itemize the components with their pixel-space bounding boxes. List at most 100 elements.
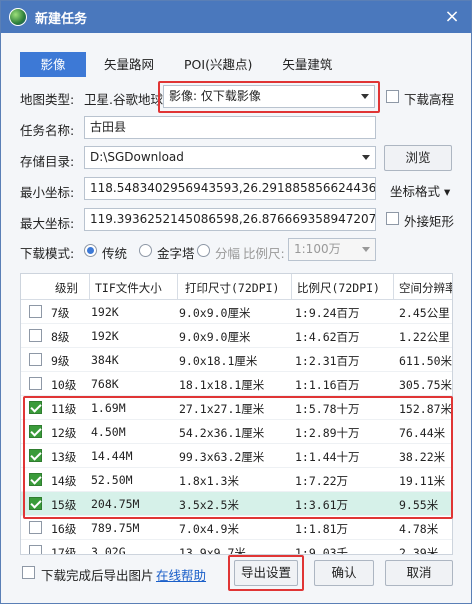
map-source-text[interactable]: 卫星.谷歌地球 xyxy=(84,89,163,108)
cell-scale: 1:4.62百万 xyxy=(295,330,360,344)
cell-res: 76.44米 xyxy=(399,426,446,440)
table-row[interactable]: 8级 192K 9.0x9.0厘米 1:4.62百万 1.22公里 xyxy=(21,324,452,348)
ok-button[interactable]: 确认 xyxy=(314,560,374,586)
cell-scale: 1:1.44十万 xyxy=(295,450,360,464)
tab-vector-buildings[interactable]: 矢量建筑 xyxy=(270,52,344,77)
mode-sheet-radio[interactable] xyxy=(197,244,210,257)
cell-scale: 1:1.81万 xyxy=(295,522,349,536)
level-table: 级别 TIF文件大小 打印尺寸(72DPI) 比例尺(72DPI) 空间分辨率 … xyxy=(20,273,453,555)
table-row[interactable]: 7级 192K 9.0x9.0厘米 1:9.24百万 2.45公里 xyxy=(21,300,452,324)
col-scale: 比例尺(72DPI) xyxy=(297,281,380,295)
row-checkbox[interactable] xyxy=(29,377,42,390)
cell-scale: 1:9.03千 xyxy=(295,546,349,555)
map-type-value: 影像: 仅下载影像 xyxy=(169,89,261,103)
cell-size: 204.75M xyxy=(91,497,140,511)
coord-format-label: 坐标格式 xyxy=(390,184,441,199)
browse-button[interactable]: 浏览 xyxy=(384,145,452,171)
cell-res: 611.50米 xyxy=(399,354,453,368)
cell-scale: 1:3.61万 xyxy=(295,498,349,512)
cell-size: 52.50M xyxy=(91,473,133,487)
cell-res: 305.75米 xyxy=(399,378,453,392)
col-resolution: 空间分辨率 xyxy=(399,281,453,295)
table-row[interactable]: 11级 1.69M 27.1x27.1厘米 1:5.78十万 152.87米 xyxy=(21,396,452,420)
dialog-title: 新建任务 xyxy=(35,11,88,27)
row-checkbox[interactable] xyxy=(29,497,42,510)
task-name-value: 古田县 xyxy=(90,120,127,134)
tab-poi[interactable]: POI(兴趣点) xyxy=(172,52,264,77)
export-after-download-checkbox[interactable] xyxy=(22,566,35,579)
cell-level: 11级 xyxy=(51,402,77,416)
table-row[interactable]: 9级 384K 9.0x18.1厘米 1:2.31百万 611.50米 xyxy=(21,348,452,372)
min-coord-label: 最小坐标: xyxy=(20,185,75,200)
row-checkbox[interactable] xyxy=(29,401,42,414)
table-row[interactable]: 14级 52.50M 1.8x1.3米 1:7.22万 19.11米 xyxy=(21,468,452,492)
cell-res: 2.39米 xyxy=(399,546,439,555)
scale-label: 比例尺: xyxy=(243,246,285,261)
row-checkbox[interactable] xyxy=(29,305,42,318)
row-checkbox[interactable] xyxy=(29,425,42,438)
cell-res: 1.22公里 xyxy=(399,330,450,344)
cell-print: 9.0x9.0厘米 xyxy=(179,330,251,344)
map-type-select[interactable]: 影像: 仅下载影像 xyxy=(163,85,375,108)
scale-select[interactable]: 1:100万 xyxy=(288,238,376,261)
chevron-down-icon xyxy=(361,94,369,99)
cell-print: 3.5x2.5米 xyxy=(179,498,239,512)
cell-print: 99.3x63.2厘米 xyxy=(179,450,265,464)
task-name-input[interactable]: 古田县 xyxy=(84,116,376,139)
row-checkbox[interactable] xyxy=(29,449,42,462)
cell-res: 9.55米 xyxy=(399,498,439,512)
row-checkbox[interactable] xyxy=(29,545,42,554)
row-checkbox[interactable] xyxy=(29,521,42,534)
cancel-button[interactable]: 取消 xyxy=(385,560,453,586)
map-type-label: 地图类型: xyxy=(20,92,75,107)
cell-scale: 1:2.89十万 xyxy=(295,426,360,440)
task-name-label: 任务名称: xyxy=(20,123,75,138)
table-header: 级别 TIF文件大小 打印尺寸(72DPI) 比例尺(72DPI) 空间分辨率 xyxy=(21,274,452,300)
cell-res: 38.22米 xyxy=(399,450,446,464)
close-icon[interactable]: × xyxy=(441,6,463,28)
table-row[interactable]: 15级 204.75M 3.5x2.5米 1:3.61万 9.55米 xyxy=(21,492,452,516)
cell-scale: 1:5.78十万 xyxy=(295,402,360,416)
table-row[interactable]: 17级 3.02G 13.9x9.7米 1:9.03千 2.39米 xyxy=(21,540,452,555)
coord-format-dropdown[interactable]: 坐标格式 ▾ xyxy=(390,181,450,200)
max-coord-label: 最大坐标: xyxy=(20,216,75,231)
tab-imagery[interactable]: 影像 xyxy=(20,52,86,77)
max-coord-value: 119.3936252145086598,26.8766693589472077 xyxy=(90,212,376,226)
cell-size: 14.44M xyxy=(91,449,133,463)
new-task-dialog: 新建任务 × 影像 矢量路网 POI(兴趣点) 矢量建筑 地图类型: 卫星.谷歌… xyxy=(0,0,472,604)
mode-pyramid-radio[interactable] xyxy=(139,244,152,257)
cell-size: 768K xyxy=(91,377,119,391)
min-coord-input[interactable]: 118.5483402956943593,26.2918858566244360 xyxy=(84,177,376,200)
col-print-size: 打印尺寸(72DPI) xyxy=(185,281,280,295)
bounding-rect-label: 外接矩形 xyxy=(404,214,455,229)
table-row[interactable]: 12级 4.50M 54.2x36.1厘米 1:2.89十万 76.44米 xyxy=(21,420,452,444)
mode-traditional-radio[interactable] xyxy=(84,244,97,257)
cell-scale: 1:9.24百万 xyxy=(295,306,360,320)
download-elevation-label: 下载高程 xyxy=(404,92,455,107)
header-divider xyxy=(291,274,292,300)
header-divider xyxy=(393,274,394,300)
export-settings-button[interactable]: 导出设置 xyxy=(234,560,298,586)
cell-scale: 1:7.22万 xyxy=(295,474,349,488)
header-divider xyxy=(177,274,178,300)
row-checkbox[interactable] xyxy=(29,473,42,486)
scale-value: 1:100万 xyxy=(294,242,341,256)
online-help-link[interactable]: 在线帮助 xyxy=(156,565,206,584)
max-coord-input[interactable]: 119.3936252145086598,26.8766693589472077 xyxy=(84,208,376,231)
cell-print: 9.0x9.0厘米 xyxy=(179,306,251,320)
tab-vector-roads[interactable]: 矢量路网 xyxy=(92,52,166,77)
download-elevation-checkbox[interactable] xyxy=(386,90,399,103)
table-row[interactable]: 16级 789.75M 7.0x4.9米 1:1.81万 4.78米 xyxy=(21,516,452,540)
table-row[interactable]: 10级 768K 18.1x18.1厘米 1:1.16百万 305.75米 xyxy=(21,372,452,396)
storage-dir-select[interactable]: D:\SGDownload xyxy=(84,146,376,169)
cell-level: 8级 xyxy=(51,330,70,344)
cell-level: 14级 xyxy=(51,474,77,488)
cell-print: 13.9x9.7米 xyxy=(179,546,246,555)
row-checkbox[interactable] xyxy=(29,329,42,342)
storage-dir-label: 存储目录: xyxy=(20,154,75,169)
table-row[interactable]: 13级 14.44M 99.3x63.2厘米 1:1.44十万 38.22米 xyxy=(21,444,452,468)
app-logo-icon xyxy=(9,8,27,26)
cell-print: 7.0x4.9米 xyxy=(179,522,239,536)
row-checkbox[interactable] xyxy=(29,353,42,366)
bounding-rect-checkbox[interactable] xyxy=(386,212,399,225)
